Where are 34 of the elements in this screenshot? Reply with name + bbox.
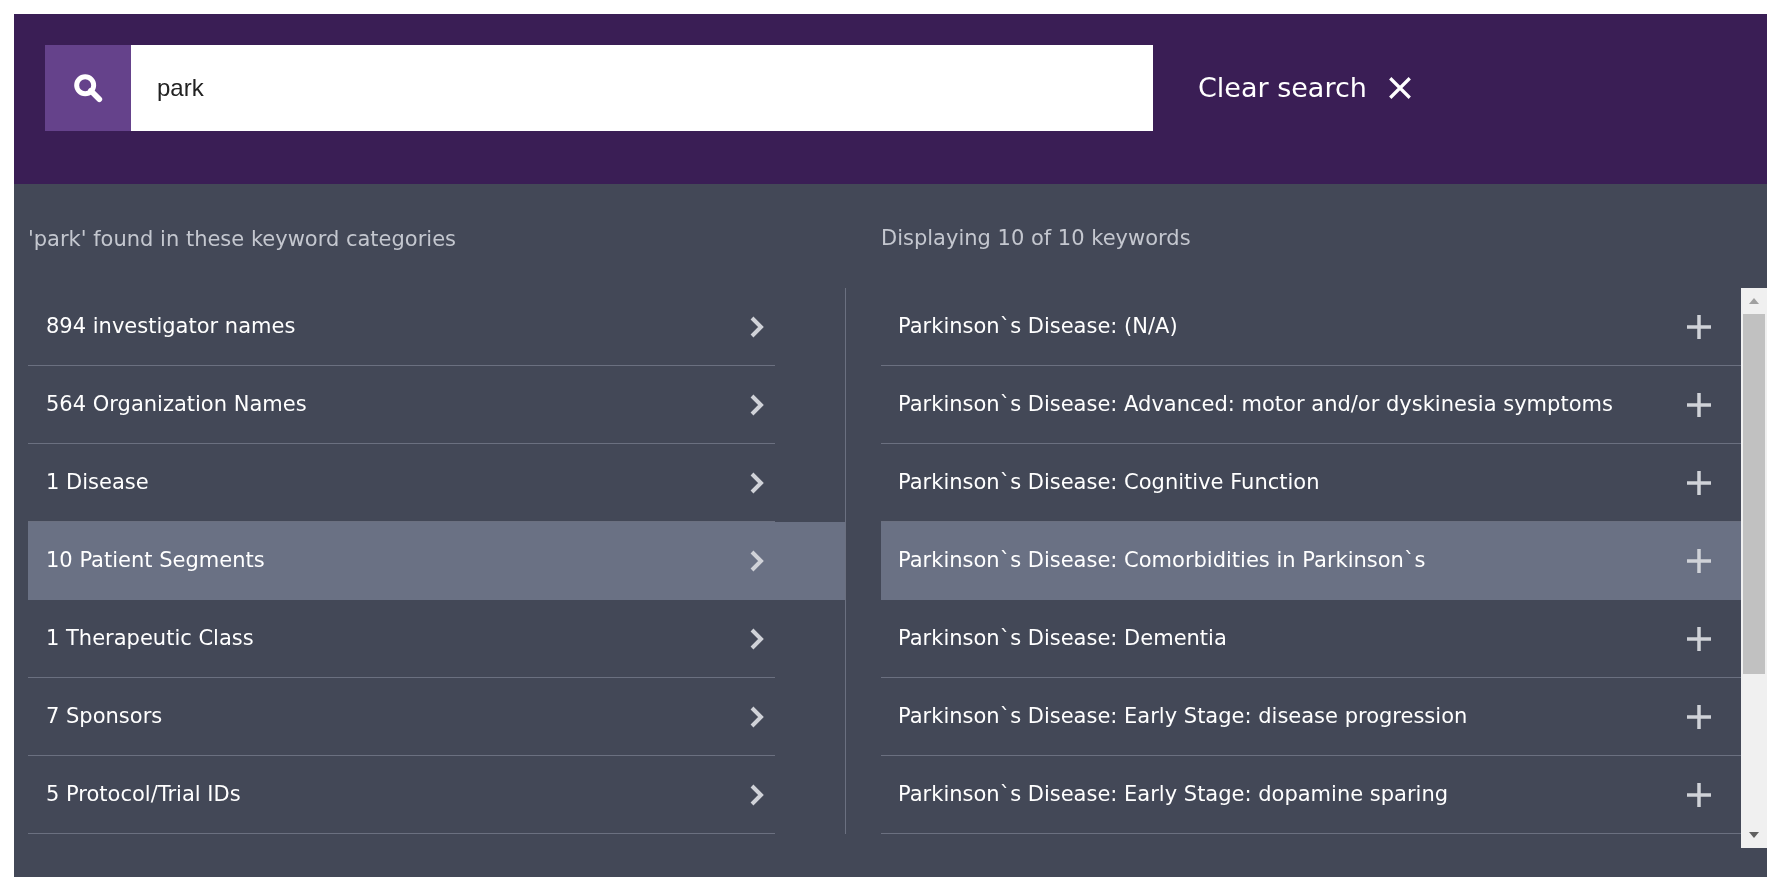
clear-search-button[interactable]: Clear search [1198, 45, 1413, 131]
keyword-item[interactable]: Parkinson`s Disease: Early Stage: disease progression [881, 678, 1741, 756]
keywords-heading: Displaying 10 of 10 keywords [881, 225, 1192, 252]
keyword-item[interactable]: Parkinson`s Disease: Comorbidities in Parkinson`s [881, 522, 1741, 600]
plus-icon [1685, 624, 1713, 653]
category-item[interactable]: 10 Patient Segments [28, 522, 845, 600]
scrollbar[interactable] [1741, 288, 1767, 848]
plus-icon [1685, 547, 1713, 575]
chevron-right-icon [749, 704, 765, 729]
category-item[interactable]: 894 investigator names [28, 288, 775, 366]
plus-icon [1685, 780, 1713, 809]
category-item[interactable]: 564 Organization Names [28, 366, 775, 444]
chevron-right-icon [749, 470, 765, 495]
keyword-item[interactable]: Parkinson`s Disease: Advanced: motor and/or dyskinesia symptoms [881, 366, 1741, 444]
categories-heading: 'park' found in these keyword categories [28, 226, 458, 253]
plus-icon [1685, 312, 1713, 341]
chevron-right-icon [749, 549, 765, 573]
search-icon [71, 71, 105, 105]
keyword-item[interactable]: Parkinson`s Disease: (N/A) [881, 288, 1741, 366]
plus-icon [1685, 390, 1713, 419]
chevron-right-icon [749, 626, 765, 651]
category-item[interactable]: 7 Sponsors [28, 678, 775, 756]
close-icon [1386, 75, 1413, 101]
plus-icon [1685, 468, 1713, 497]
plus-icon [1685, 702, 1713, 731]
scrollbar-thumb[interactable] [1743, 314, 1765, 674]
chevron-right-icon [749, 392, 765, 417]
chevron-right-icon [749, 314, 765, 339]
chevron-right-icon [749, 782, 765, 807]
category-item[interactable]: 1 Therapeutic Class [28, 600, 775, 678]
category-item[interactable]: 5 Protocol/Trial IDs [28, 756, 775, 834]
keyword-item[interactable]: Parkinson`s Disease: Early Stage: dopamine sparing [881, 756, 1741, 834]
search-button[interactable] [45, 45, 131, 131]
keyword-item[interactable]: Parkinson`s Disease: Dementia [881, 600, 1741, 678]
